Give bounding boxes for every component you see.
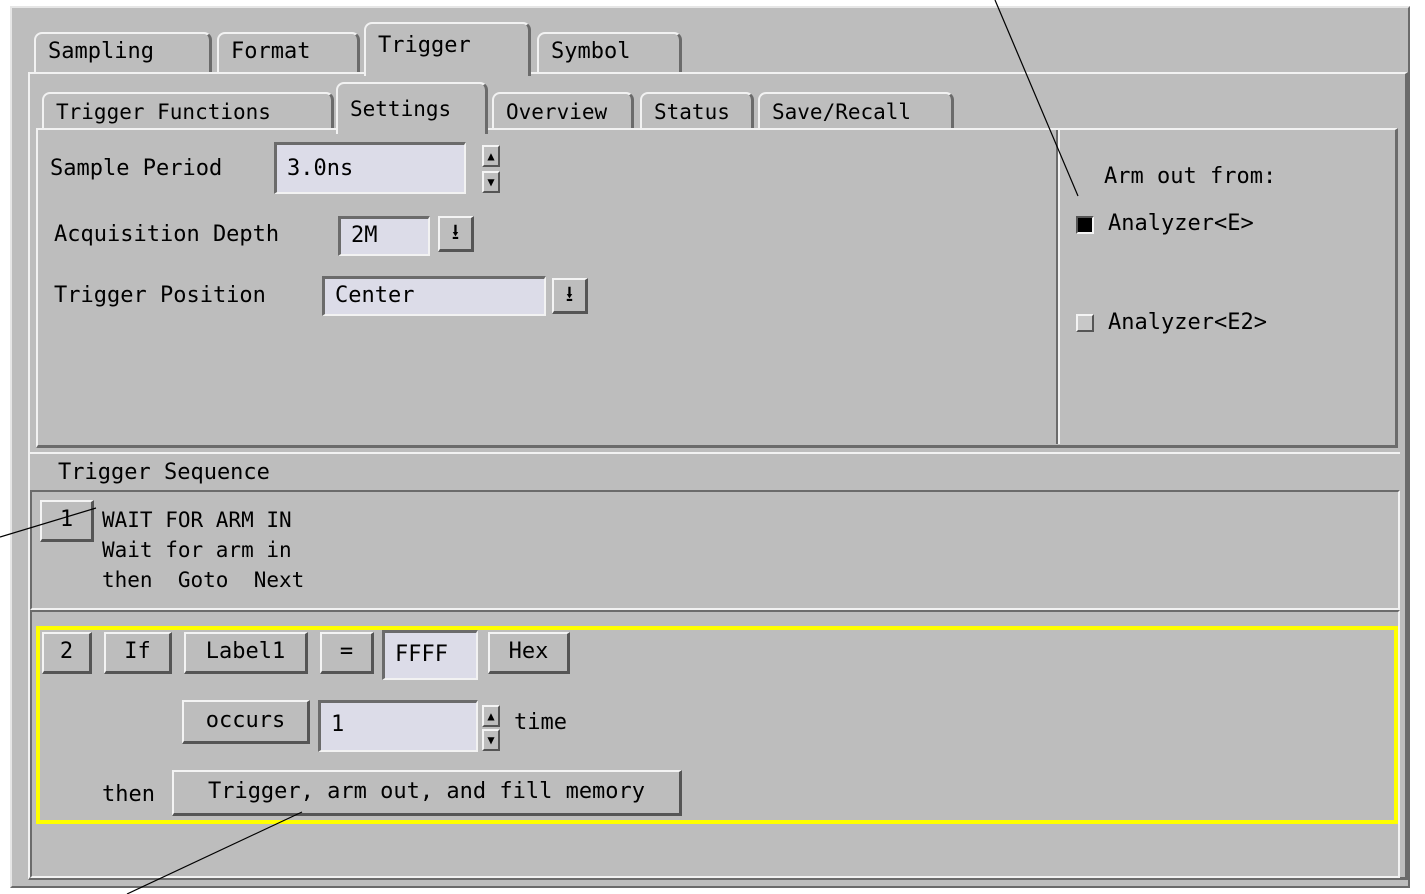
- triangle-down-icon: ▼: [487, 733, 495, 747]
- tab-trigger[interactable]: Trigger: [364, 22, 531, 76]
- acquisition-depth-label: Acquisition Depth: [54, 222, 280, 247]
- radio-analyzer-e[interactable]: [1076, 216, 1094, 234]
- time-label: time: [514, 710, 567, 735]
- trigger-position-dropdown-button[interactable]: ⭳: [552, 278, 588, 314]
- step1-goto: then Goto Next: [102, 568, 305, 592]
- occurs-button[interactable]: occurs: [182, 700, 310, 744]
- trigger-position-field[interactable]: Center: [322, 276, 546, 316]
- then-label: then: [102, 782, 155, 807]
- sample-period-down-button[interactable]: ▼: [482, 171, 500, 193]
- arrow-down-bar-icon: ⭳: [565, 282, 574, 307]
- base-button[interactable]: Hex: [488, 632, 570, 674]
- triangle-down-icon: ▼: [487, 175, 495, 189]
- operator-button[interactable]: =: [320, 632, 374, 674]
- settings-divider-highlight: [1058, 130, 1060, 444]
- step1-description: Wait for arm in: [102, 538, 292, 562]
- tab-overview[interactable]: Overview: [492, 92, 634, 132]
- pattern-value-field[interactable]: FFFF: [382, 630, 478, 680]
- arrow-down-bar-icon: ⭳: [451, 220, 460, 245]
- trigger-sequence-title: Trigger Sequence: [58, 460, 270, 485]
- triangle-up-icon: ▲: [487, 149, 495, 163]
- tab-format[interactable]: Format: [217, 32, 360, 72]
- tab-status[interactable]: Status: [640, 92, 754, 132]
- action-button[interactable]: Trigger, arm out, and fill memory: [172, 770, 682, 816]
- if-button[interactable]: If: [104, 632, 172, 674]
- analyzer-e-label[interactable]: Analyzer<E>: [1108, 211, 1254, 236]
- step1-number-button[interactable]: 1: [40, 500, 94, 542]
- tab-settings[interactable]: Settings: [336, 82, 488, 134]
- occurs-count-field[interactable]: 1: [318, 700, 478, 752]
- sample-period-field[interactable]: 3.0ns: [274, 142, 466, 194]
- analyzer-e2-label[interactable]: Analyzer<E2>: [1108, 310, 1267, 335]
- sample-period-label: Sample Period: [50, 156, 223, 181]
- step2-number-button[interactable]: 2: [42, 632, 92, 674]
- step1-title: WAIT FOR ARM IN: [102, 508, 292, 532]
- arm-out-title: Arm out from:: [1104, 164, 1277, 189]
- tab-save-recall[interactable]: Save/Recall: [758, 92, 954, 132]
- tab-symbol[interactable]: Symbol: [537, 32, 682, 72]
- sequence-separator: [30, 452, 1400, 454]
- occurs-down-button[interactable]: ▼: [482, 729, 500, 751]
- acquisition-depth-dropdown-button[interactable]: ⭳: [438, 216, 474, 252]
- triangle-up-icon: ▲: [487, 709, 495, 723]
- occurs-up-button[interactable]: ▲: [482, 705, 500, 727]
- label-select-button[interactable]: Label1: [184, 632, 308, 674]
- radio-analyzer-e2[interactable]: [1076, 314, 1094, 332]
- trigger-position-label: Trigger Position: [54, 283, 266, 308]
- tab-trigger-functions[interactable]: Trigger Functions: [42, 92, 334, 132]
- tab-sampling[interactable]: Sampling: [34, 32, 212, 72]
- acquisition-depth-field[interactable]: 2M: [338, 216, 430, 256]
- sample-period-up-button[interactable]: ▲: [482, 145, 500, 167]
